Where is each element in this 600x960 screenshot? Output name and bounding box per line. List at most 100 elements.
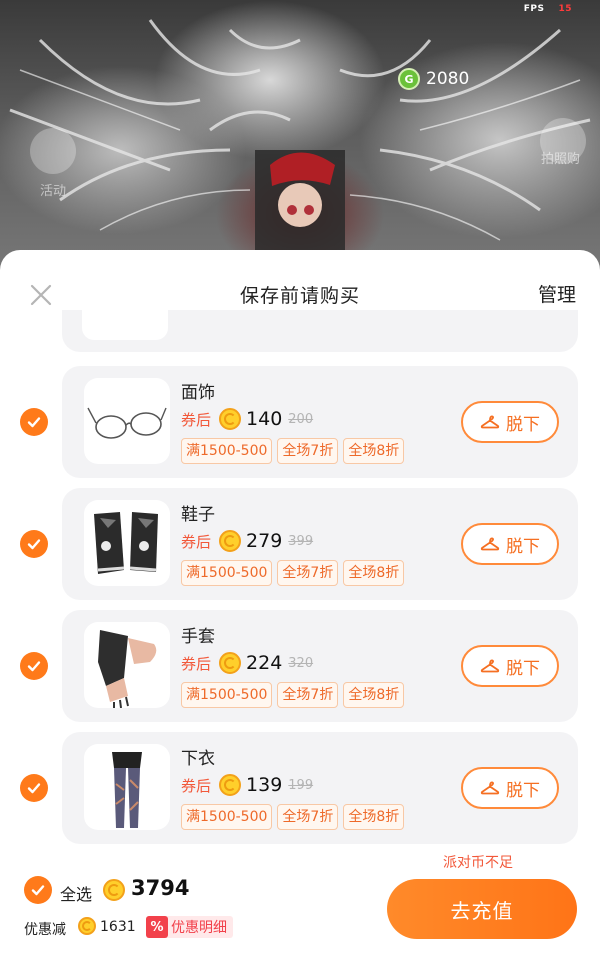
item-price: 279: [246, 530, 283, 552]
leggings-icon: [112, 752, 142, 828]
promo-tag: 满1500-500: [181, 804, 273, 830]
manage-button[interactable]: 管理: [538, 280, 576, 307]
item-thumbnail: [84, 622, 170, 708]
hanger-icon: [480, 659, 500, 673]
recharge-button[interactable]: 去充值: [387, 879, 577, 939]
take-off-label: 脱下: [506, 658, 540, 679]
item-card: 下衣 券后 139 199 满1500-500 全场7折 全场8折 脱下: [62, 732, 578, 844]
select-all-label[interactable]: 全选: [60, 881, 92, 905]
event-star-icon[interactable]: [30, 128, 76, 174]
check-icon: [27, 783, 41, 794]
promo-tags: 满1500-500 全场7折 全场8折: [181, 804, 405, 830]
insufficient-coins-warning: 派对币不足: [443, 855, 513, 871]
promo-tags: 满1500-500 全场7折 全场8折: [181, 560, 405, 586]
list-item: 鞋子 券后 279 399 满1500-500 全场7折 全场8折 脱下: [0, 488, 600, 600]
select-all-checkbox[interactable]: [24, 876, 52, 904]
item-checkbox[interactable]: [20, 652, 48, 680]
after-coupon-label: 券后: [181, 776, 212, 795]
take-off-button[interactable]: 脱下: [461, 767, 559, 809]
party-coin-icon: [78, 917, 96, 935]
original-price: 199: [288, 777, 314, 793]
discount-details-link[interactable]: % 优惠明细: [146, 916, 233, 938]
price-row: 券后 224 320: [181, 650, 313, 676]
promo-tag: 全场8折: [343, 560, 405, 586]
item-checkbox[interactable]: [20, 530, 48, 558]
list-item: 手套 券后 224 320 满1500-500 全场7折 全场8折 脱下: [0, 610, 600, 722]
promo-tag: 满1500-500: [181, 682, 273, 708]
check-icon: [27, 539, 41, 550]
item-price: 139: [246, 774, 283, 796]
promo-tag: 满1500-500: [181, 438, 273, 464]
item-card: 手套 券后 224 320 满1500-500 全场7折 全场8折 脱下: [62, 610, 578, 722]
party-coin-icon: [219, 652, 242, 674]
list-item: 面饰 券后 140 200 满1500-500 全场7折 全场8折 脱下: [0, 366, 600, 478]
item-thumbnail: [84, 744, 170, 830]
take-off-button[interactable]: 脱下: [461, 645, 559, 687]
check-icon: [27, 661, 41, 672]
gloves-icon: [98, 630, 157, 708]
check-icon: [31, 885, 45, 896]
discount-value: 1631: [100, 919, 136, 935]
discount-label: 优惠减: [24, 922, 66, 938]
coin-balance: G 2080: [398, 68, 469, 90]
original-price: 399: [288, 533, 314, 549]
promo-tag: 全场7折: [277, 560, 339, 586]
item-name: 面饰: [181, 383, 215, 403]
hanger-icon: [480, 781, 500, 795]
take-off-label: 脱下: [506, 536, 540, 557]
item-name: 手套: [181, 627, 215, 647]
price-row: 券后 140 200: [181, 406, 313, 432]
list-item-partial: [62, 310, 578, 352]
promo-tag: 全场8折: [343, 682, 405, 708]
coin-balance-value: 2080: [426, 69, 470, 89]
total-price: 3794: [131, 876, 190, 900]
original-price: 200: [288, 411, 314, 427]
party-coin-icon: [219, 774, 242, 796]
promo-tag: 全场7折: [277, 438, 339, 464]
item-list[interactable]: 面饰 券后 140 200 满1500-500 全场7折 全场8折 脱下 鞋子 …: [0, 310, 600, 844]
price-row: 券后 139 199: [181, 772, 313, 798]
party-coin-icon: [219, 530, 242, 552]
item-checkbox[interactable]: [20, 774, 48, 802]
purchase-sheet: 保存前请购买 管理 面饰 券后 140 200 满1500-500 全场7折 全…: [0, 250, 600, 960]
item-thumbnail: [84, 378, 170, 464]
item-checkbox[interactable]: [20, 408, 48, 436]
game-scene-background: FPS 15 G 2080 活动 拍照购: [0, 0, 600, 270]
take-off-button[interactable]: 脱下: [461, 401, 559, 443]
promo-tag: 全场8折: [343, 804, 405, 830]
promo-tag: 全场7折: [277, 804, 339, 830]
promo-tag: 全场8折: [343, 438, 405, 464]
after-coupon-label: 券后: [181, 410, 212, 429]
promo-tag: 全场7折: [277, 682, 339, 708]
g-coin-icon: G: [398, 68, 420, 90]
percent-icon: %: [146, 916, 168, 938]
item-card: 鞋子 券后 279 399 满1500-500 全场7折 全场8折 脱下: [62, 488, 578, 600]
fur-art: [9, 19, 591, 260]
item-thumbnail: [82, 310, 168, 340]
original-price: 320: [288, 655, 314, 671]
promo-tags: 满1500-500 全场7折 全场8折: [181, 682, 405, 708]
hanger-icon: [480, 415, 500, 429]
take-off-button[interactable]: 脱下: [461, 523, 559, 565]
item-card: 面饰 券后 140 200 满1500-500 全场7折 全场8折 脱下: [62, 366, 578, 478]
item-name: 下衣: [181, 749, 215, 769]
take-off-label: 脱下: [506, 414, 540, 435]
event-label: 活动: [40, 184, 67, 199]
take-off-label: 脱下: [506, 780, 540, 801]
sheet-title: 保存前请购买: [239, 285, 360, 307]
after-coupon-label: 券后: [181, 532, 212, 551]
checkout-footer: 派对币不足 全选 3794 优惠减 1631 % 优惠明细 去充值: [0, 844, 600, 960]
fps-counter: FPS 15: [523, 4, 572, 14]
camera-shop-label: 拍照购: [541, 152, 581, 167]
party-coin-icon: [103, 879, 125, 901]
hanger-icon: [480, 537, 500, 551]
list-item: 下衣 券后 139 199 满1500-500 全场7折 全场8折 脱下: [0, 732, 600, 844]
price-row: 券后 279 399: [181, 528, 313, 554]
glasses-icon: [87, 407, 167, 439]
item-price: 140: [246, 408, 283, 430]
promo-tags: 满1500-500 全场7折 全场8折: [181, 438, 405, 464]
item-name: 鞋子: [181, 505, 215, 525]
discount-details-label: 优惠明细: [171, 920, 227, 936]
boots-icon: [94, 512, 158, 574]
check-icon: [27, 417, 41, 428]
